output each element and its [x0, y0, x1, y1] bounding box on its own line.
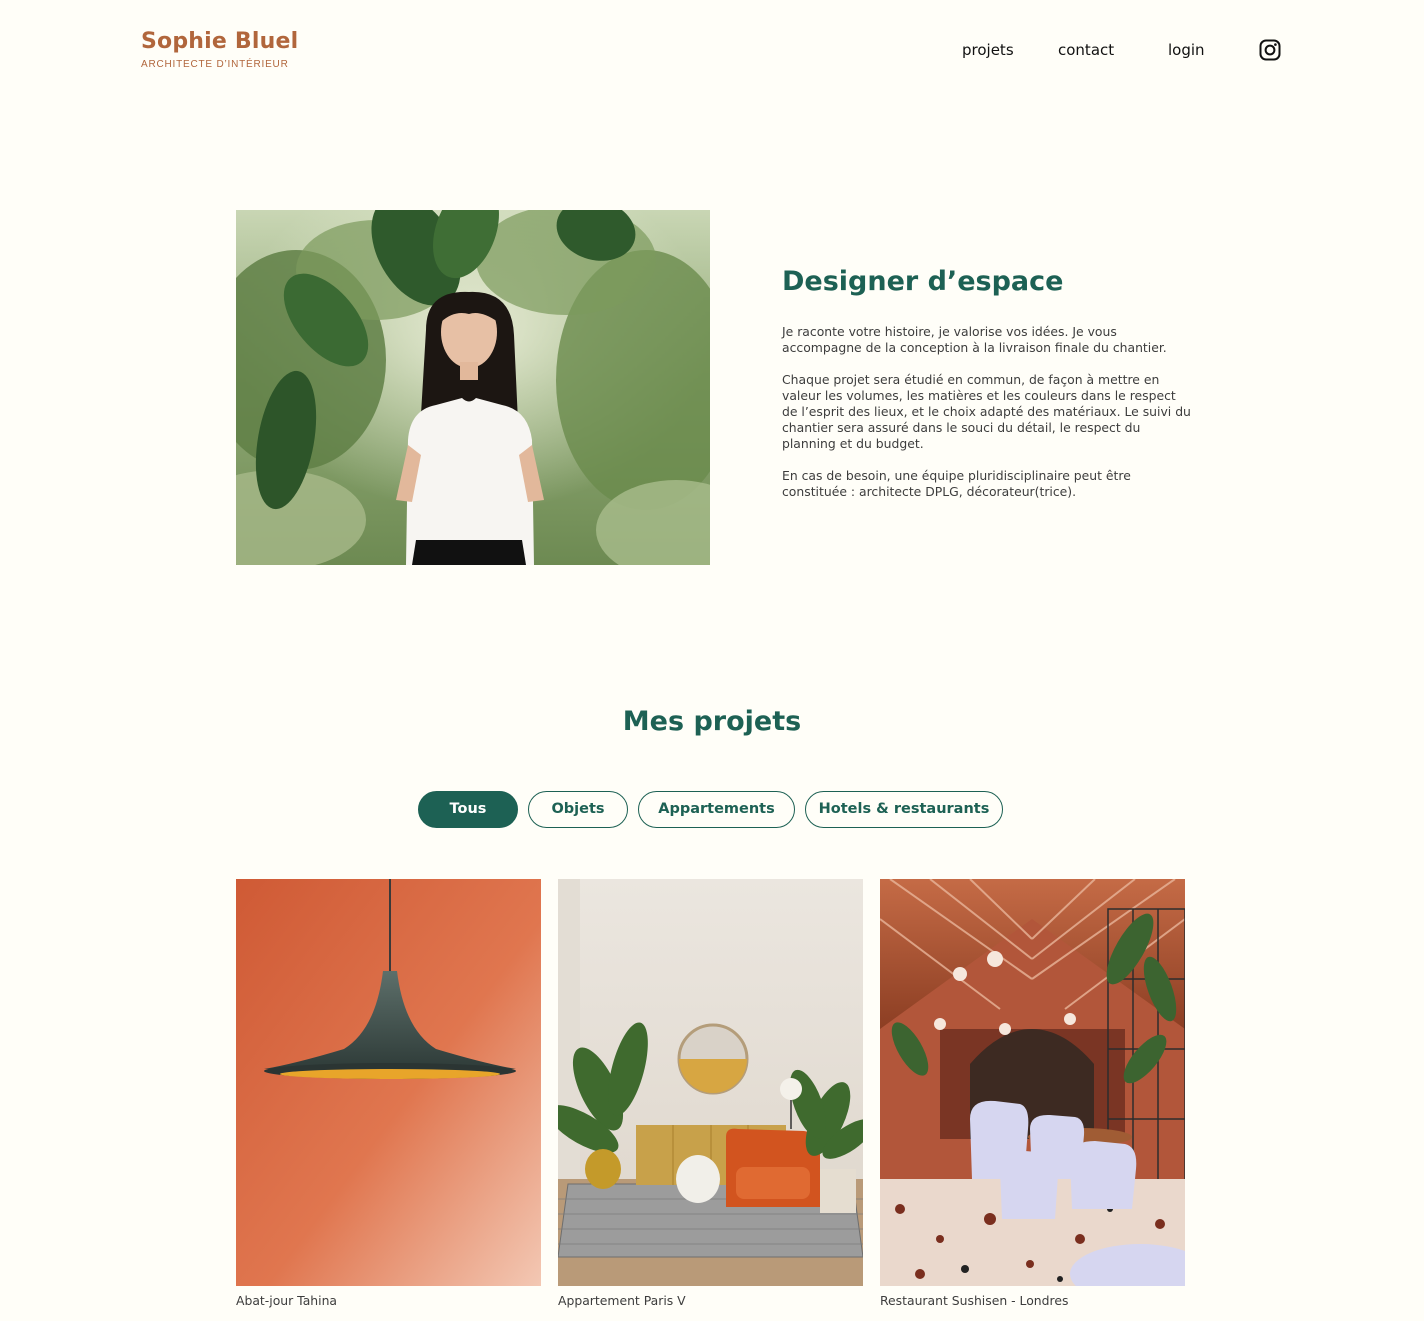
- portrait-photo: [236, 210, 710, 565]
- introduction-text: Designer d’espace Je raconte votre histo…: [782, 262, 1192, 516]
- gallery-item[interactable]: Abat-jour Tahina: [236, 879, 541, 1309]
- gallery-item[interactable]: Appartement Paris V: [558, 879, 863, 1309]
- introduction-paragraph: En cas de besoin, une équipe pluridiscip…: [782, 468, 1131, 499]
- site-header: Sophie Bluel ARCHITECTE D’INTÉRIEUR proj…: [0, 0, 1424, 110]
- instagram-icon[interactable]: [1259, 39, 1281, 61]
- main-nav: projets contact login: [0, 38, 1424, 62]
- filter-button-appartements[interactable]: Appartements: [638, 791, 795, 828]
- introduction-paragraph: Chaque projet sera étudié en commun, de …: [782, 372, 1191, 451]
- nav-link-projets[interactable]: projets: [962, 38, 1014, 62]
- portfolio-title: Mes projets: [622, 706, 802, 737]
- project-caption: Abat-jour Tahina: [236, 1293, 338, 1308]
- filter-bar: Tous Objets Appartements Hotels & restau…: [0, 791, 1424, 829]
- introduction-paragraph: Je raconte votre histoire, je valorise v…: [782, 324, 1167, 355]
- introduction-title: Designer d’espace: [782, 266, 1064, 297]
- gallery-item[interactable]: Restaurant Sushisen - Londres: [880, 879, 1185, 1309]
- nav-link-login[interactable]: login: [1168, 38, 1205, 62]
- project-caption: Appartement Paris V: [558, 1293, 686, 1308]
- project-image-appartement[interactable]: [558, 879, 863, 1286]
- filter-button-tous[interactable]: Tous: [418, 791, 518, 828]
- filter-button-hotels-restaurants[interactable]: Hotels & restaurants: [805, 791, 1003, 828]
- filter-button-objets[interactable]: Objets: [528, 791, 628, 828]
- nav-link-contact[interactable]: contact: [1058, 38, 1114, 62]
- project-image-abat-jour[interactable]: [236, 879, 541, 1286]
- project-image-restaurant[interactable]: [880, 879, 1185, 1286]
- project-caption: Restaurant Sushisen - Londres: [880, 1293, 1069, 1308]
